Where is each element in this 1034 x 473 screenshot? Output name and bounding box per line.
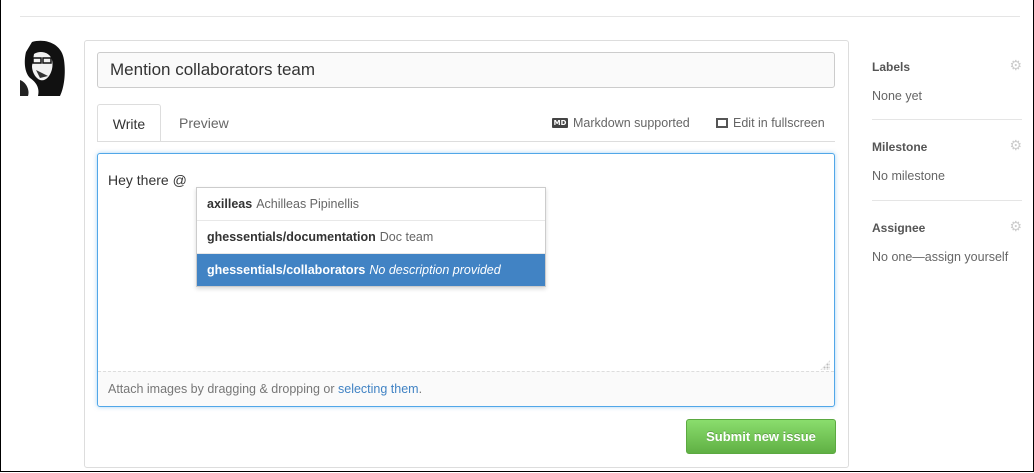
sidebar-divider	[872, 119, 1022, 120]
header-divider	[20, 16, 1020, 17]
attach-prefix: Attach images by dragging & dropping or	[108, 382, 338, 396]
mention-handle: ghessentials/documentation	[207, 230, 376, 244]
labels-gear-icon[interactable]: ⚙	[1009, 58, 1022, 72]
mention-option[interactable]: ghessentials/documentation Doc team	[197, 221, 545, 254]
milestone-title: Milestone	[872, 140, 928, 154]
mention-option-selected[interactable]: ghessentials/collaborators No description…	[197, 254, 545, 286]
mention-suggestions: axilleas Achilleas Pipinellis ghessential…	[196, 187, 546, 287]
mention-description: Doc team	[379, 230, 434, 244]
mention-option[interactable]: axilleas Achilleas Pipinellis	[197, 188, 545, 221]
tabs-divider	[97, 141, 835, 142]
milestone-gear-icon[interactable]: ⚙	[1009, 138, 1022, 152]
assignee-title: Assignee	[872, 221, 926, 235]
resize-grip-icon[interactable]	[820, 360, 830, 370]
mention-handle: axilleas	[207, 197, 253, 211]
assignee-gear-icon[interactable]: ⚙	[1009, 219, 1022, 233]
milestone-value: No milestone	[872, 169, 945, 183]
markdown-icon: MD	[552, 118, 568, 128]
submit-new-issue-button[interactable]: Submit new issue	[686, 419, 836, 454]
sidebar-labels: Labels ⚙ None yet	[872, 58, 1022, 103]
attach-images-bar[interactable]: Attach images by dragging & dropping or …	[98, 371, 834, 406]
labels-value: None yet	[872, 89, 923, 103]
avatar-image	[20, 38, 67, 96]
mention-description: Achilleas Pipinellis	[256, 197, 360, 211]
fullscreen-button[interactable]: Edit in fullscreen	[716, 116, 825, 130]
markdown-supported-link[interactable]: MD Markdown supported	[552, 116, 690, 130]
fullscreen-icon	[716, 118, 728, 128]
comment-text: Hey there @	[108, 172, 187, 188]
mention-handle: ghessentials/collaborators	[207, 263, 366, 277]
mention-description: No description provided	[369, 263, 501, 277]
attach-suffix: .	[418, 382, 423, 396]
labels-title: Labels	[872, 60, 911, 74]
tab-preview[interactable]: Preview	[179, 104, 229, 142]
fullscreen-label: Edit in fullscreen	[733, 116, 825, 130]
tab-write[interactable]: Write	[97, 104, 161, 142]
sidebar-assignee: Assignee ⚙ No one—assign yourself	[872, 219, 1022, 264]
sidebar-divider	[872, 200, 1022, 201]
select-files-link[interactable]: selecting them	[338, 382, 419, 396]
assignee-value[interactable]: No one—assign yourself	[872, 250, 1022, 264]
markdown-label: Markdown supported	[573, 116, 690, 130]
sidebar-milestone: Milestone ⚙ No milestone	[872, 138, 1022, 183]
issue-title-input[interactable]: Mention collaborators team	[97, 52, 835, 88]
avatar[interactable]	[20, 38, 67, 96]
